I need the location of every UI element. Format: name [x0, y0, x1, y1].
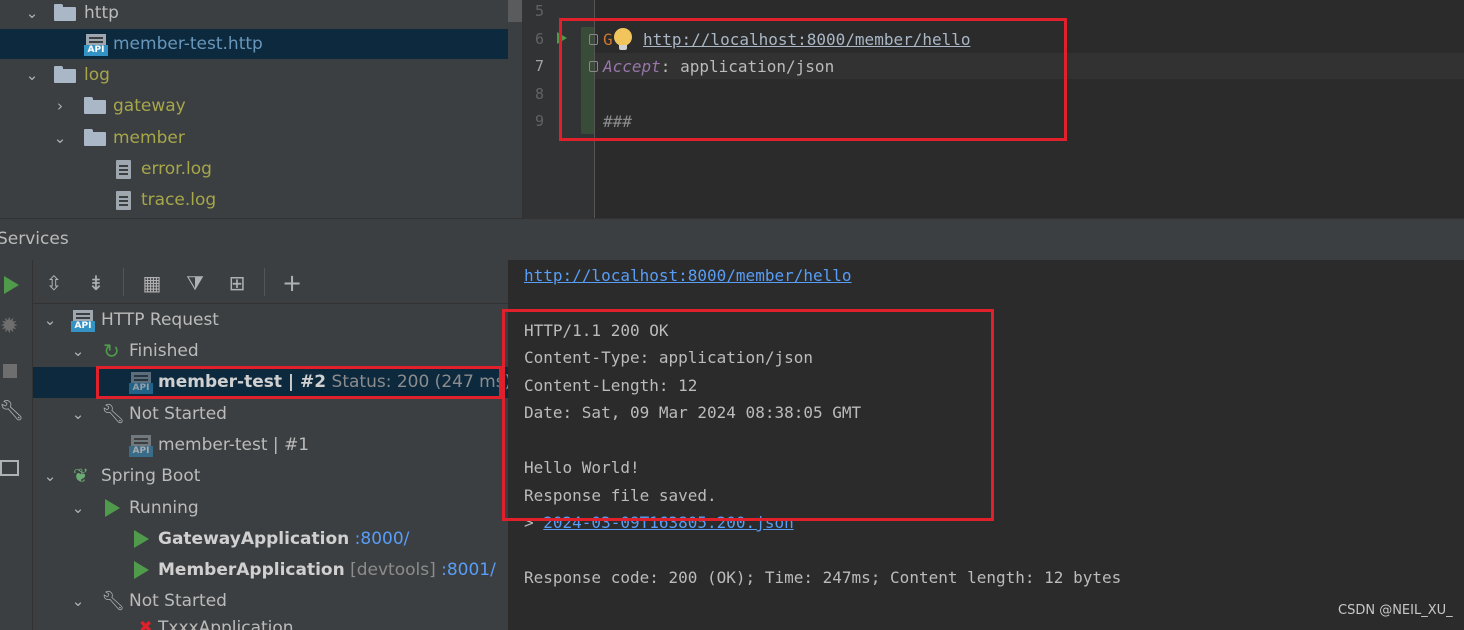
refresh-icon: ↻: [103, 339, 120, 363]
service-item-member-application[interactable]: MemberApplication [devtools] :8001/: [33, 555, 508, 586]
group-icon[interactable]: ▦: [139, 270, 165, 296]
service-label: Not Started: [129, 404, 227, 424]
collapse-all-icon[interactable]: ⇟: [83, 270, 109, 296]
line-number: 6: [534, 30, 544, 48]
services-header: [0, 218, 1464, 260]
app-port-link[interactable]: :8001/: [436, 560, 496, 580]
tree-item-trace-log[interactable]: trace.log: [0, 185, 508, 215]
line-number: 7: [534, 57, 544, 75]
debug-icon[interactable]: ✹: [0, 314, 18, 339]
chevron-down-icon[interactable]: ⌄: [40, 305, 60, 336]
tree-item-label: log: [84, 65, 110, 85]
api-file-icon: API: [84, 34, 108, 56]
watermark: CSDN @NEIL_XU_: [1338, 603, 1453, 618]
chevron-down-icon[interactable]: ⌄: [22, 60, 42, 90]
highlight-box-response: [502, 309, 994, 521]
service-group-finished[interactable]: ⌄ ↻ Finished: [33, 336, 508, 367]
service-item-text: member-test | #1: [158, 430, 309, 461]
service-item-member-test-1[interactable]: API member-test | #1: [33, 430, 508, 461]
service-label: Not Started: [129, 591, 227, 611]
log-file-icon: [116, 160, 131, 179]
tree-item-label: http: [84, 3, 119, 23]
wrench-icon: 🔧︎: [101, 590, 126, 612]
services-side-toolbar: ✹ 🔧︎: [0, 260, 33, 630]
highlight-box-request-item: [96, 366, 502, 399]
tree-item-member[interactable]: ⌄ member: [0, 123, 508, 153]
service-item-truncated[interactable]: ✖ TxxxApplication: [33, 617, 508, 630]
layout-icon[interactable]: [0, 460, 19, 476]
service-group-spring-boot[interactable]: ⌄ ❦ Spring Boot: [33, 461, 508, 492]
tree-item-http[interactable]: ⌄ http: [0, 0, 508, 28]
chevron-down-icon[interactable]: ⌄: [22, 0, 42, 28]
line-number: 9: [534, 112, 544, 130]
service-group-http-request[interactable]: ⌄ API HTTP Request: [33, 305, 508, 336]
tree-item-label: error.log: [141, 159, 212, 179]
chevron-down-icon[interactable]: ⌄: [68, 336, 88, 367]
tree-item-gateway[interactable]: › gateway: [0, 91, 508, 121]
run-icon: [134, 530, 149, 548]
service-label: Spring Boot: [101, 466, 201, 486]
request-number: #1: [284, 435, 310, 455]
response-summary: Response code: 200 (OK); Time: 247ms; Co…: [524, 568, 1122, 587]
add-service-icon[interactable]: ⊞: [224, 270, 250, 296]
service-label: HTTP Request: [101, 310, 219, 330]
filter-icon[interactable]: ⧩: [182, 270, 208, 296]
chevron-down-icon[interactable]: ⌄: [50, 123, 70, 153]
log-file-icon: [116, 191, 131, 210]
service-group-not-started-2[interactable]: ⌄ 🔧︎ Not Started: [33, 586, 508, 617]
folder-icon: [84, 97, 106, 114]
app-port-link[interactable]: :8000/: [349, 529, 410, 549]
run-icon: [134, 561, 149, 579]
wrench-icon: 🔧︎: [101, 403, 126, 425]
line-number: 8: [534, 85, 544, 103]
chevron-down-icon[interactable]: ⌄: [68, 493, 88, 524]
error-icon: ✖: [139, 617, 153, 630]
folder-icon: [84, 129, 106, 146]
tree-item-log[interactable]: ⌄ log: [0, 60, 508, 90]
http-request-icon: API: [71, 310, 95, 332]
service-item-gateway-application[interactable]: GatewayApplication :8000/: [33, 524, 508, 555]
http-request-icon: API: [129, 435, 153, 457]
tree-item-label: member-test.http: [113, 34, 263, 54]
chevron-down-icon[interactable]: ⌄: [40, 461, 60, 492]
service-group-running[interactable]: ⌄ Running: [33, 493, 508, 524]
app-name: MemberApplication: [158, 560, 345, 580]
request-name: member-test: [158, 435, 268, 455]
line-number: 5: [534, 2, 544, 20]
service-label: Running: [129, 498, 199, 518]
run-icon[interactable]: [4, 276, 19, 294]
spring-boot-icon: ❦: [73, 465, 89, 487]
services-title: Services: [0, 229, 69, 249]
service-item-text: GatewayApplication :8000/: [158, 524, 409, 555]
service-label: TxxxApplication: [158, 618, 294, 630]
tree-item-label: trace.log: [141, 190, 217, 210]
tree-item-label: gateway: [113, 96, 186, 116]
service-group-not-started[interactable]: ⌄ 🔧︎ Not Started: [33, 399, 508, 430]
request-link[interactable]: http://localhost:8000/member/hello: [524, 266, 852, 285]
tree-item-label: member: [113, 128, 185, 148]
services-toolbar: ⇳ ⇟ ▦ ⧩ ⊞ +: [33, 260, 508, 304]
highlight-box-request: [559, 18, 1067, 141]
app-name: GatewayApplication: [158, 529, 350, 549]
chevron-down-icon[interactable]: ⌄: [68, 399, 88, 430]
chevron-right-icon[interactable]: ›: [50, 91, 70, 121]
chevron-down-icon[interactable]: ⌄: [68, 586, 88, 617]
project-tree: ⌄ http API member-test.http ⌄ log › gate…: [0, 0, 522, 218]
wrench-icon[interactable]: 🔧︎: [0, 398, 24, 422]
folder-icon: [54, 66, 76, 83]
tree-item-member-test-http[interactable]: API member-test.http: [0, 29, 508, 59]
tree-item-error-log[interactable]: error.log: [0, 154, 508, 184]
service-item-text: MemberApplication [devtools] :8001/: [158, 555, 496, 586]
app-tag: [devtools]: [344, 560, 436, 580]
stop-icon[interactable]: [3, 364, 17, 378]
separator: |: [267, 435, 285, 455]
add-icon[interactable]: +: [279, 270, 305, 296]
service-label: Finished: [129, 341, 199, 361]
folder-icon: [54, 4, 76, 21]
tree-scrollbar[interactable]: [508, 0, 522, 22]
expand-all-icon[interactable]: ⇳: [41, 270, 67, 296]
running-icon: [105, 499, 120, 517]
